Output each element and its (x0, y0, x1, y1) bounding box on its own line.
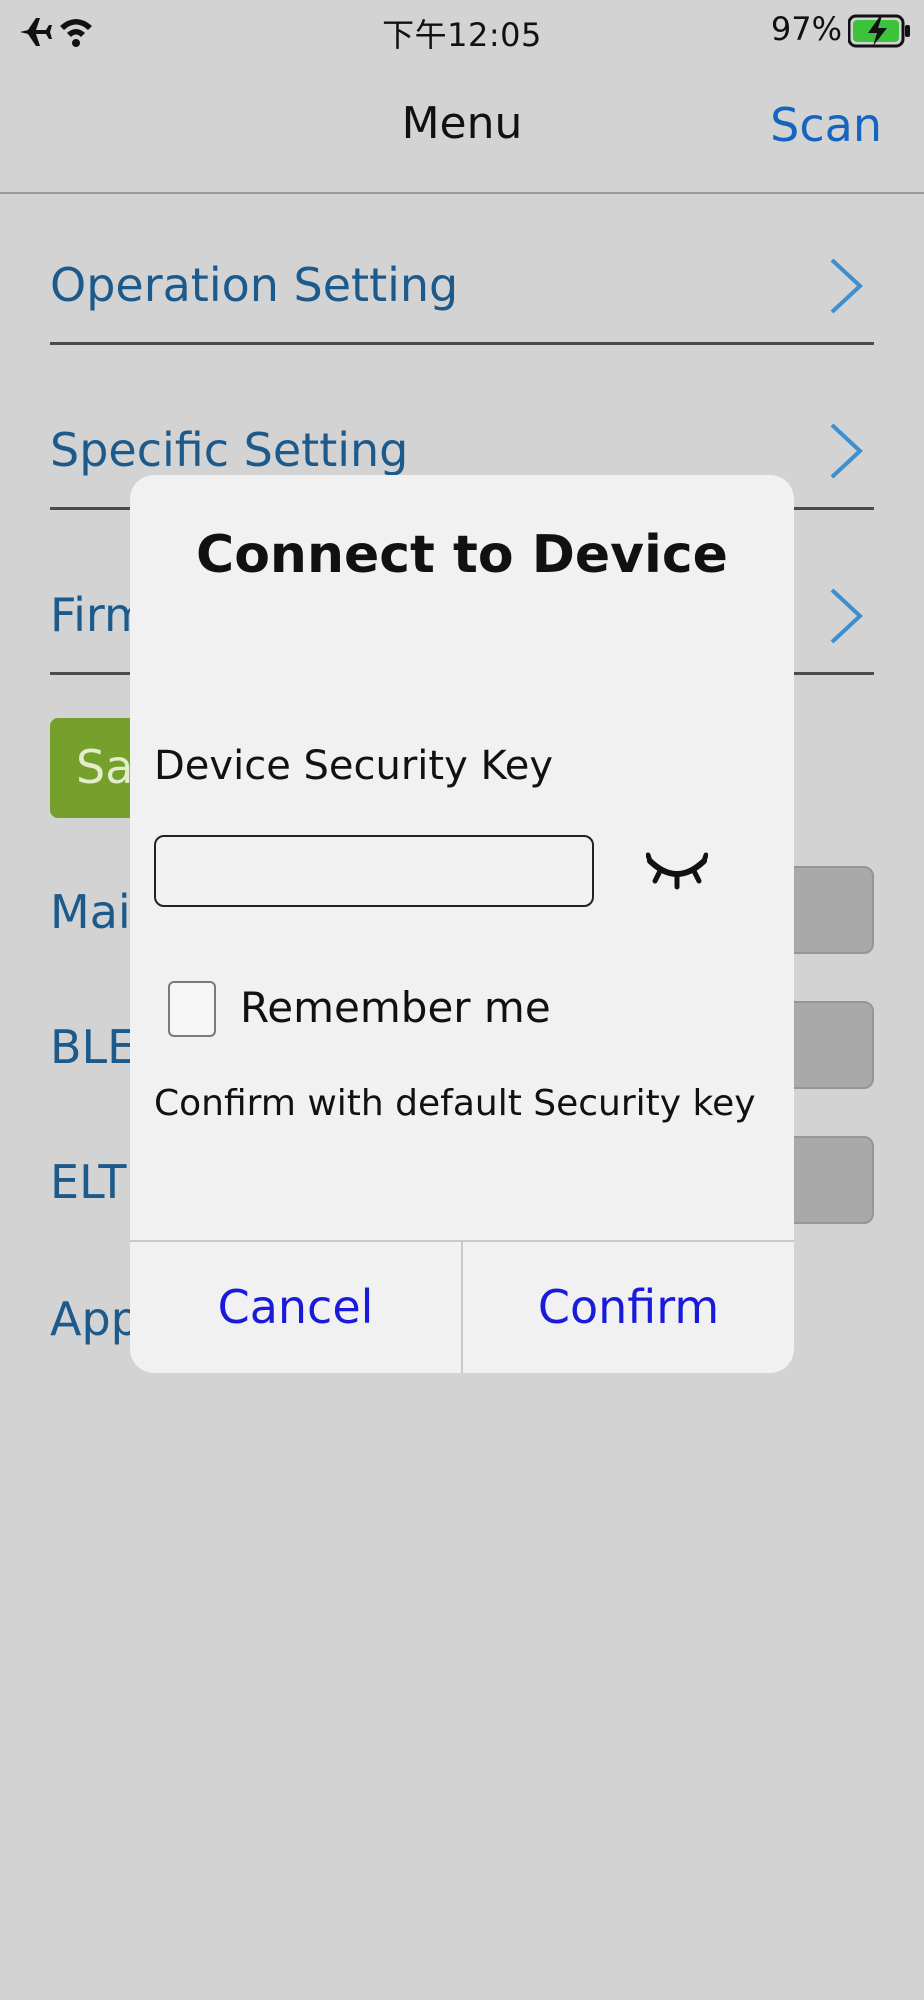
connect-dialog: Connect to Device Device Security Key Re… (130, 475, 794, 1373)
eye-closed-icon[interactable] (646, 845, 708, 895)
battery-charging-icon (848, 14, 910, 48)
menu-item-label: Operation Setting (50, 258, 459, 312)
menu-item-label: Specific Setting (50, 423, 409, 477)
battery-percent: 97% (770, 10, 842, 48)
remember-me-checkbox[interactable] (168, 981, 216, 1037)
dialog-title: Connect to Device (196, 525, 728, 585)
dialog-button-bar: Cancel Confirm (130, 1240, 794, 1373)
chevron-right-icon (830, 258, 863, 314)
remember-me-label[interactable]: Remember me (240, 983, 551, 1032)
info-label-ble: BLE (50, 1020, 137, 1074)
menu-item-operation-setting[interactable]: Operation Setting (50, 230, 874, 345)
save-button-label: Sa (76, 740, 134, 794)
info-label-main: Mai (50, 885, 131, 939)
security-key-input[interactable] (154, 835, 594, 907)
chevron-right-icon (830, 588, 863, 644)
cancel-button[interactable]: Cancel (130, 1242, 461, 1373)
security-key-label: Device Security Key (154, 743, 554, 789)
status-bar: 下午12:05 97% (0, 0, 924, 62)
confirm-button[interactable]: Confirm (463, 1242, 794, 1373)
scan-button[interactable]: Scan (770, 98, 882, 152)
nav-bar: Menu Scan (0, 62, 924, 194)
chevron-right-icon (830, 423, 863, 479)
default-key-text: Confirm with default Security key (154, 1083, 756, 1124)
info-label-app: App (50, 1292, 140, 1346)
